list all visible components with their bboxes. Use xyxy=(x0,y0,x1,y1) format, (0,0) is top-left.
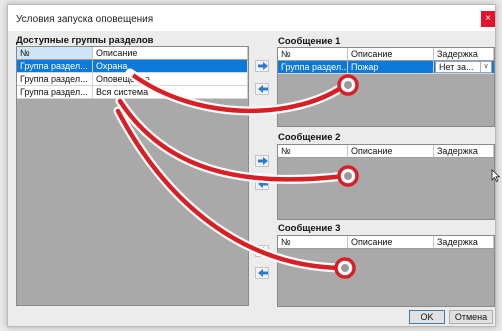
row-description: Пожар xyxy=(348,61,434,73)
column-header-delay[interactable]: Задержка xyxy=(434,145,494,157)
grid-header: № Описание Задержка xyxy=(278,236,494,249)
remove-from-message-3-button[interactable] xyxy=(255,267,269,279)
close-icon: × xyxy=(485,13,491,24)
arrow-right-icon xyxy=(258,62,268,70)
remove-from-message-1-button[interactable] xyxy=(255,83,269,95)
arrow-right-icon xyxy=(258,247,268,255)
message-2-grid[interactable]: № Описание Задержка xyxy=(277,144,495,220)
row-description: Охрана xyxy=(93,60,248,72)
grid-header: № Описание Задержка xyxy=(278,48,494,61)
delay-select[interactable]: Нет за... ∨ xyxy=(435,61,492,73)
column-header-description[interactable]: Описание xyxy=(348,236,434,248)
row-number: Группа раздел... xyxy=(17,86,93,98)
table-row[interactable]: Группа раздел... Охрана xyxy=(17,60,248,73)
column-header-delay[interactable]: Задержка xyxy=(434,236,494,248)
message-1-grid[interactable]: № Описание Задержка Группа раздел... Пож… xyxy=(277,47,495,127)
chevron-down-icon: ∨ xyxy=(480,62,491,72)
add-to-message-2-button[interactable] xyxy=(255,155,269,167)
window-title: Условия запуска оповещения xyxy=(16,14,154,25)
add-to-message-1-button[interactable] xyxy=(255,60,269,72)
grid-header: № Описание xyxy=(17,47,248,60)
column-header-number[interactable]: № xyxy=(278,48,348,60)
column-header-description[interactable]: Описание xyxy=(348,48,434,60)
title-bar[interactable]: Условия запуска оповещения × xyxy=(8,5,495,31)
row-number: Группа раздел... xyxy=(17,60,93,72)
arrow-left-icon xyxy=(258,180,268,188)
column-header-description[interactable]: Описание xyxy=(93,47,248,59)
row-number: Группа раздел... xyxy=(278,61,348,73)
column-header-delay[interactable]: Задержка xyxy=(434,48,494,60)
arrow-left-icon xyxy=(258,269,268,277)
close-button[interactable]: × xyxy=(481,11,495,27)
row-number: Группа раздел... xyxy=(17,73,93,85)
column-header-number[interactable]: № xyxy=(278,145,348,157)
available-groups-grid[interactable]: № Описание Группа раздел... Охрана Групп… xyxy=(16,46,249,306)
message-3-grid[interactable]: № Описание Задержка xyxy=(277,235,495,307)
column-header-number[interactable]: № xyxy=(17,47,93,59)
table-row[interactable]: Группа раздел... Пожар Нет за... ∨ xyxy=(278,61,494,74)
grid-header: № Описание Задержка xyxy=(278,145,494,158)
message-3-title: Сообщение 3 xyxy=(278,223,341,234)
remove-from-message-2-button[interactable] xyxy=(255,178,269,190)
dialog-window: Условия запуска оповещения × Доступные г… xyxy=(7,4,496,327)
column-header-number[interactable]: № xyxy=(278,236,348,248)
ok-button[interactable]: OK xyxy=(409,310,445,324)
message-1-title: Сообщение 1 xyxy=(278,36,341,47)
available-groups-title: Доступные группы разделов xyxy=(16,35,154,46)
arrow-left-icon xyxy=(258,85,268,93)
add-to-message-3-button[interactable] xyxy=(255,245,269,257)
row-description: Оповещение xyxy=(93,73,248,85)
arrow-right-icon xyxy=(258,157,268,165)
cancel-button[interactable]: Отмена xyxy=(449,310,493,324)
delay-value: Нет за... xyxy=(439,62,474,72)
table-row[interactable]: Группа раздел... Вся система xyxy=(17,86,248,99)
column-header-description[interactable]: Описание xyxy=(348,145,434,157)
row-description: Вся система xyxy=(93,86,248,98)
table-row[interactable]: Группа раздел... Оповещение xyxy=(17,73,248,86)
message-2-title: Сообщение 2 xyxy=(278,132,341,143)
